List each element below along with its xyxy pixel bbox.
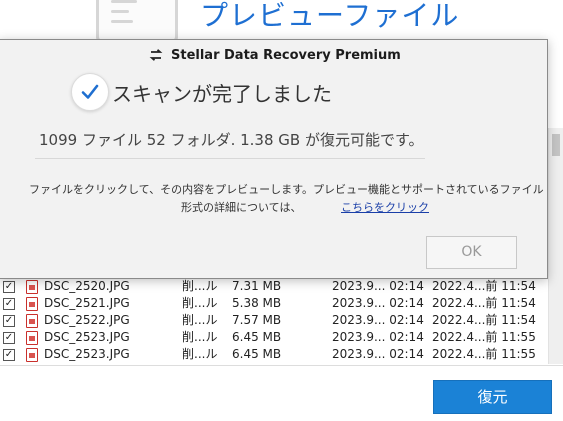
row-checkbox[interactable]: ✓ <box>3 281 15 293</box>
file-size: 6.45 MB <box>232 330 282 344</box>
table-row[interactable]: ✓ DSC_2522.JPG 削...ル 7.57 MB 2023.9... 02:14… <box>0 312 550 329</box>
deleted-file-icon <box>26 348 38 362</box>
row-checkbox[interactable]: ✓ <box>3 315 15 327</box>
row-checkbox[interactable]: ✓ <box>3 332 15 344</box>
preview-info-text: ファイルをクリックして、その内容をプレビューします。プレビュー機能とサポートされ… <box>29 183 544 196</box>
checkmark-icon <box>81 84 99 99</box>
file-name: DSC_2523.JPG <box>44 330 130 344</box>
file-modified-date: 2022.4...前 11:54 <box>432 279 536 293</box>
file-size: 7.57 MB <box>232 313 282 327</box>
scan-complete-dialog: Stellar Data Recovery Premium スキャンが完了しまし… <box>0 39 548 279</box>
file-name: DSC_2522.JPG <box>44 313 130 327</box>
table-row[interactable]: ✓ DSC_2520.JPG 削...ル 7.31 MB 2023.9... 02:14… <box>0 278 550 295</box>
table-row[interactable]: ✓ DSC_2523.JPG 削...ル 6.45 MB 2023.9... 02:14… <box>0 329 550 346</box>
file-created-date: 2023.9... 02:14 <box>332 330 424 344</box>
file-modified-date: 2022.4...前 11:55 <box>432 347 536 361</box>
file-name: DSC_2520.JPG <box>44 279 130 293</box>
recover-button[interactable]: 復元 <box>433 380 552 414</box>
file-type: 削...ル <box>182 279 218 293</box>
file-name: DSC_2521.JPG <box>44 296 130 310</box>
file-modified-date: 2022.4...前 11:54 <box>432 313 536 327</box>
preview-info-text-2: 形式の詳細については、 <box>181 201 302 214</box>
deleted-file-icon <box>26 314 38 328</box>
dialog-titlebar: Stellar Data Recovery Premium <box>0 40 547 72</box>
recovery-summary: 1099 ファイル 52 フォルダ. 1.38 GB が復元可能です。 <box>39 131 424 149</box>
dialog-title: Stellar Data Recovery Premium <box>171 48 401 63</box>
vertical-scrollbar[interactable] <box>548 128 563 364</box>
scan-status-text: スキャンが完了しました <box>112 82 332 106</box>
divider <box>0 365 563 366</box>
file-size: 7.31 MB <box>232 279 282 293</box>
row-checkbox[interactable]: ✓ <box>3 298 15 310</box>
file-type: 削...ル <box>182 313 218 327</box>
stellar-logo-icon <box>149 49 163 61</box>
file-size: 6.45 MB <box>232 347 282 361</box>
deleted-file-icon <box>26 297 38 311</box>
row-checkbox[interactable]: ✓ <box>3 349 15 361</box>
file-name: DSC_2523.JPG <box>44 347 130 361</box>
file-modified-date: 2022.4...前 11:55 <box>432 330 536 344</box>
preview-document-icon <box>96 0 178 43</box>
table-row[interactable]: ✓ DSC_2521.JPG 削...ル 5.38 MB 2023.9... 02:14… <box>0 295 550 312</box>
table-row[interactable]: ✓ DSC_2523.JPG 削...ル 6.45 MB 2023.9... 02:14… <box>0 346 550 363</box>
scrollbar-thumb[interactable] <box>552 134 560 156</box>
file-type: 削...ル <box>182 347 218 361</box>
file-type: 削...ル <box>182 296 218 310</box>
deleted-file-icon <box>26 331 38 345</box>
file-created-date: 2023.9... 02:14 <box>332 279 424 293</box>
preview-files-heading: プレビューファイル <box>200 0 460 32</box>
click-here-link[interactable]: こちらをクリック <box>341 199 429 215</box>
deleted-file-icon <box>26 280 38 294</box>
file-created-date: 2023.9... 02:14 <box>332 313 424 327</box>
ok-button[interactable]: OK <box>426 236 517 269</box>
file-size: 5.38 MB <box>232 296 282 310</box>
file-list: ✓ DSC_2520.JPG 削...ル 7.31 MB 2023.9... 02:14… <box>0 278 550 363</box>
file-created-date: 2023.9... 02:14 <box>332 347 424 361</box>
file-modified-date: 2022.4...前 11:54 <box>432 296 536 310</box>
divider <box>35 158 425 159</box>
file-created-date: 2023.9... 02:14 <box>332 296 424 310</box>
scan-complete-badge <box>71 73 109 111</box>
file-type: 削...ル <box>182 330 218 344</box>
